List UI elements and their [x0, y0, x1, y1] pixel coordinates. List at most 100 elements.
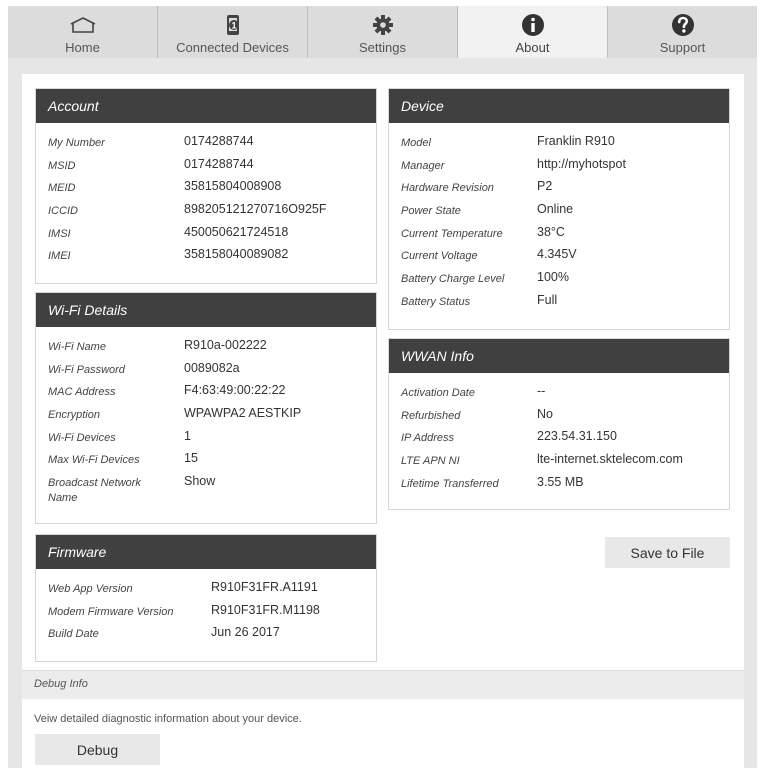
save-to-file-button[interactable]: Save to File: [605, 537, 730, 568]
tab-support-label: Support: [659, 40, 706, 55]
tab-about[interactable]: About: [458, 6, 608, 58]
device-list: Model Franklin R910 Manager http://myhotsp…: [389, 123, 729, 315]
info-icon: [521, 13, 545, 37]
about-content: Account My Number 0174288744 MSID 01742887…: [22, 74, 744, 672]
wwan-row: IP Address 223.54.31.150: [401, 428, 717, 451]
field-label: MEID: [48, 182, 76, 195]
field-label: Modem Firmware Version: [48, 605, 174, 618]
field-value: Franklin R910: [537, 134, 615, 148]
field-value: Show: [184, 474, 216, 489]
field-label: Build Date: [48, 628, 99, 641]
field-value: 38°C: [537, 224, 565, 239]
tab-bar: Home 1 Connected Devices Settings About …: [8, 6, 757, 58]
tab-support[interactable]: Support: [608, 6, 757, 58]
field-value: 358158040089082: [184, 247, 289, 262]
field-value: R910a-002222: [184, 338, 267, 352]
field-value: 0089082a: [184, 360, 240, 375]
field-value: lte-internet.sktelecom.com: [537, 452, 683, 467]
firmware-panel-title: Firmware: [36, 535, 376, 569]
debug-button[interactable]: Debug: [35, 734, 160, 765]
wwan-row: Activation Date --: [401, 383, 717, 406]
wwan-row: Lifetime Transferred 3.55 MB: [401, 474, 717, 497]
wifi-row: Max Wi-Fi Devices 15: [48, 450, 364, 473]
help-icon: [671, 13, 695, 37]
device-panel-title: Device: [389, 89, 729, 123]
field-value: R910F31FR.A1191: [211, 580, 318, 594]
field-label: Max Wi-Fi Devices: [48, 454, 140, 467]
wifi-panel: Wi-Fi Details Wi-Fi Name R910a-002222 Wi-…: [35, 292, 377, 524]
field-label: Current Voltage: [401, 250, 478, 263]
field-label: MAC Address: [48, 386, 116, 399]
home-icon: [69, 13, 97, 37]
field-label: Refurbished: [401, 409, 461, 422]
tab-settings[interactable]: Settings: [308, 6, 458, 58]
field-label: Lifetime Transferred: [401, 477, 499, 490]
debug-description: Veiw detailed diagnostic information abo…: [34, 713, 302, 725]
device-row: Hardware Revision P2: [401, 178, 717, 201]
wwan-row: Refurbished No: [401, 406, 717, 429]
field-value: Full: [537, 292, 558, 307]
field-label: Wi-Fi Name: [48, 341, 106, 353]
wifi-row: MAC Address F4:63:49:00:22:22: [48, 382, 364, 405]
wwan-row: LTE APN NI lte-internet.sktelecom.com: [401, 451, 717, 474]
field-value: 4.345V: [537, 247, 577, 262]
field-value: 35815804008908: [184, 179, 282, 194]
field-label: LTE APN NI: [401, 455, 460, 468]
field-value: Jun 26 2017: [211, 625, 280, 640]
tab-settings-label: Settings: [359, 40, 406, 55]
account-list: My Number 0174288744 MSID 0174288744 MEID 3…: [36, 123, 376, 269]
field-label: Model: [401, 137, 431, 149]
field-label: Web App Version: [48, 583, 133, 595]
account-row: IMEI 358158040089082: [48, 246, 364, 269]
device-row: Battery Charge Level 100%: [401, 269, 717, 292]
field-label: My Number: [48, 137, 105, 149]
field-value: --: [537, 384, 546, 398]
device-row: Manager http://myhotspot: [401, 156, 717, 179]
wifi-row: Wi-Fi Password 0089082a: [48, 360, 364, 383]
account-panel: Account My Number 0174288744 MSID 01742887…: [35, 88, 377, 284]
field-label: Encryption: [48, 409, 100, 422]
field-value: 3.55 MB: [537, 474, 584, 489]
debug-info-header: Debug Info: [22, 670, 744, 699]
wifi-row: Wi-Fi Name R910a-002222: [48, 337, 364, 360]
account-panel-title: Account: [36, 89, 376, 123]
firmware-row: Build Date Jun 26 2017: [48, 624, 364, 647]
app-frame: Home 1 Connected Devices Settings About …: [8, 6, 757, 768]
tab-home[interactable]: Home: [8, 6, 158, 58]
tab-connected-devices[interactable]: 1 Connected Devices: [158, 6, 308, 58]
firmware-list: Web App Version R910F31FR.A1191 Modem Fir…: [36, 569, 376, 647]
device-panel: Device Model Franklin R910 Manager http://…: [388, 88, 730, 330]
field-label: Current Temperature: [401, 227, 503, 240]
wifi-row: Wi-Fi Devices 1: [48, 428, 364, 451]
field-value: No: [537, 406, 553, 421]
field-value: 15: [184, 451, 198, 466]
field-label: Hardware Revision: [401, 182, 494, 195]
tab-about-label: About: [515, 40, 550, 55]
account-row: My Number 0174288744: [48, 133, 364, 156]
field-value: R910F31FR.M1198: [211, 602, 320, 617]
tab-connected-devices-label: Connected Devices: [176, 40, 289, 55]
connected-devices-badge: 1: [231, 21, 236, 31]
wwan-panel-title: WWAN Info: [389, 339, 729, 373]
wwan-list: Activation Date -- Refurbished No IP Addre…: [389, 373, 729, 496]
wifi-panel-title: Wi-Fi Details: [36, 293, 376, 327]
field-label: Broadcast Network Name: [48, 477, 141, 505]
field-value: 223.54.31.150: [537, 429, 617, 444]
field-label: Power State: [401, 205, 461, 218]
tab-home-label: Home: [65, 40, 100, 55]
field-value: http://myhotspot: [537, 156, 626, 171]
field-value: 898205121270716O925F: [184, 202, 327, 217]
field-label: Manager: [401, 159, 445, 172]
field-value: 450050621724518: [184, 224, 289, 239]
field-value: Online: [537, 202, 574, 217]
field-value: 100%: [537, 270, 569, 285]
field-value: WPAWPA2 AESTKIP: [184, 406, 302, 421]
device-row: Current Voltage 4.345V: [401, 246, 717, 269]
field-label: Battery Status: [401, 295, 471, 308]
firmware-panel: Firmware Web App Version R910F31FR.A1191 …: [35, 534, 377, 662]
field-value: P2: [537, 179, 553, 194]
gear-icon: [372, 13, 394, 37]
device-row: Battery Status Full: [401, 292, 717, 315]
firmware-row: Web App Version R910F31FR.A1191: [48, 579, 364, 602]
field-label: Activation Date: [401, 387, 475, 399]
